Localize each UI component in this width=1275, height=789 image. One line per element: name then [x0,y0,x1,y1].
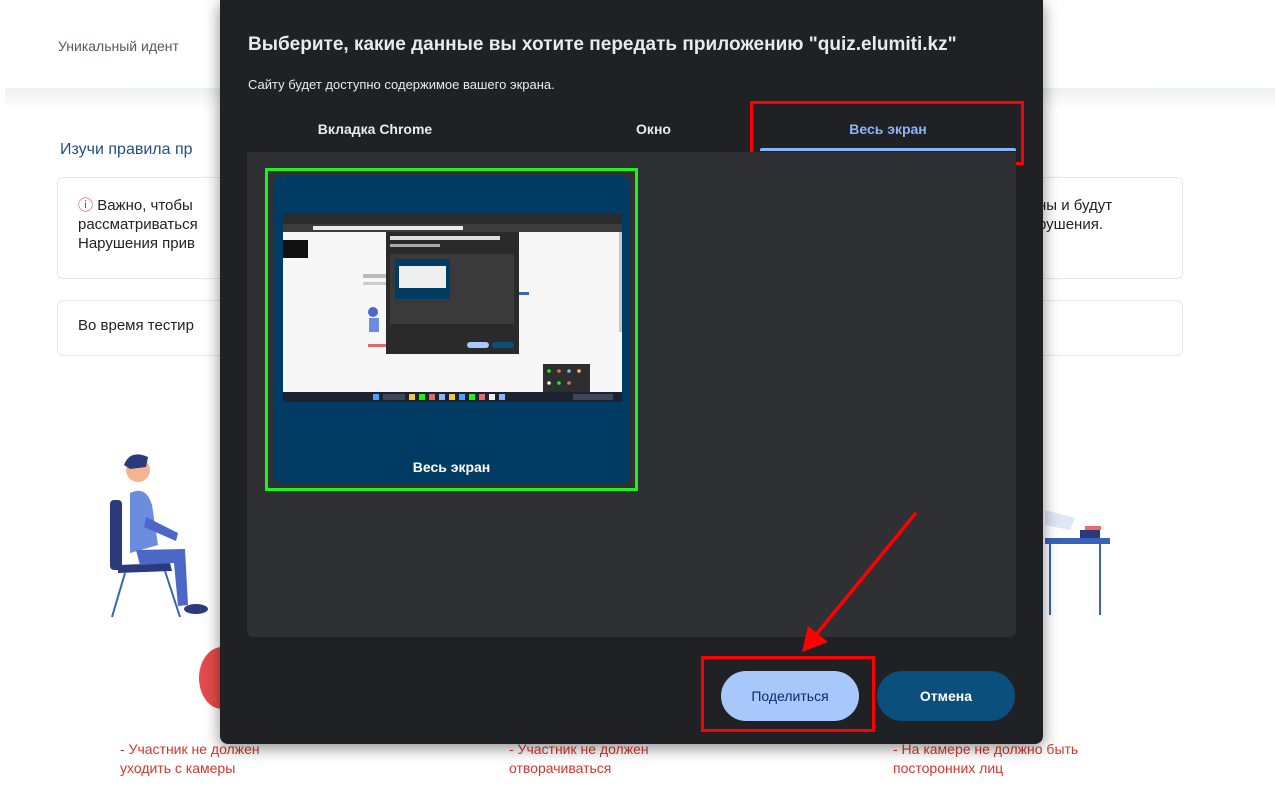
share-button[interactable]: Поделиться [721,671,859,721]
during-test-text: Во время тестир [78,317,194,334]
desk-illustration [1045,510,1110,615]
cancel-button[interactable]: Отмена [877,671,1015,721]
rule-strangers: - На камере не должно быть посторонних л… [893,741,1079,776]
notice-text-left: Важно, чтобы рассматриваться Нарушения п… [78,197,198,252]
seated-person-illustration [110,454,208,618]
rule-turn-away: - Участник не должен отворачиваться [509,741,649,776]
tab-window[interactable]: Окно [540,110,767,150]
tab-entire-screen[interactable]: Весь экран [760,110,1016,150]
rules-title: Изучи правила пр [60,141,193,158]
unique-id-label: Уникальный идент [58,38,179,54]
dialog-title: Выберите, какие данные вы хотите передат… [248,34,957,55]
source-label: Весь экран [412,459,491,475]
screen-share-dialog: Выберите, какие данные вы хотите передат… [220,0,1043,744]
rule-camera-leave: - Участник не должен уходить с камеры [120,741,260,776]
source-card: Весь экран [273,176,630,483]
alert-circle-icon: ⓘ [78,197,94,214]
screen-thumbnail [283,214,622,402]
active-tab-underline [760,148,1016,151]
notice-text-right: ны и будут рушения. [1038,197,1113,233]
thumbnail-image [283,214,622,402]
dialog-subtitle: Сайту будет доступно содержимое вашего э… [248,77,555,92]
tab-chrome-tab[interactable]: Вкладка Chrome [248,110,502,150]
entire-screen-source[interactable]: Весь экран [265,168,638,491]
